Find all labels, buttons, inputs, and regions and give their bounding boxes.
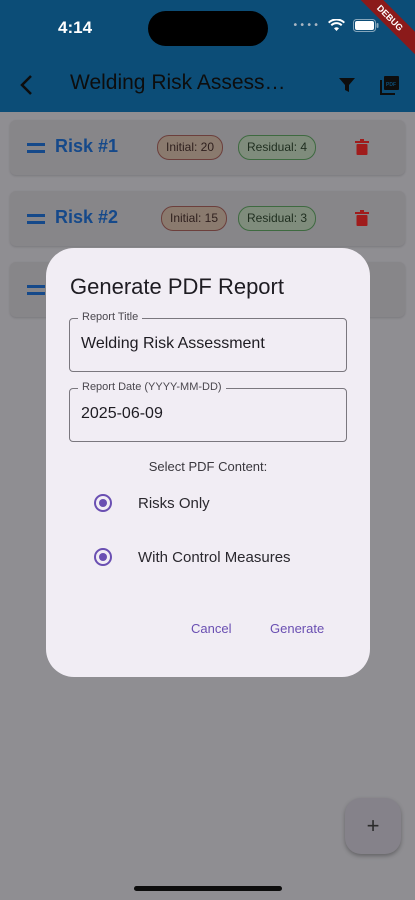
back-arrow-icon[interactable]	[18, 74, 38, 96]
report-title-label: Report Title	[78, 311, 143, 323]
option-risks-only-label: Risks Only	[138, 494, 210, 512]
filter-icon[interactable]	[338, 76, 356, 94]
cancel-button[interactable]: Cancel	[191, 621, 231, 636]
pdf-icon[interactable]: PDF	[380, 75, 400, 95]
drag-handle-icon[interactable]	[27, 214, 45, 224]
initial-score-badge: Initial: 15	[161, 206, 228, 231]
delete-icon[interactable]	[355, 139, 369, 155]
dialog-title: Generate PDF Report	[70, 274, 284, 299]
report-date-field[interactable]: Report Date (YYYY-MM-DD)	[69, 381, 347, 442]
report-date-label: Report Date (YYYY-MM-DD)	[78, 381, 226, 393]
home-indicator	[134, 886, 282, 891]
report-date-input[interactable]	[81, 405, 336, 423]
pdf-content-label: Select PDF Content:	[148, 459, 268, 474]
risk-title: Risk #2	[55, 207, 119, 227]
radio-with-controls[interactable]	[94, 548, 112, 566]
report-title-field[interactable]: Report Title	[69, 311, 347, 372]
risk-title: Risk #1	[55, 136, 119, 156]
option-risks-only[interactable]: Risks Only	[94, 491, 210, 515]
page-title: Welding Risk Assessment	[70, 71, 298, 94]
delete-icon[interactable]	[355, 210, 369, 226]
wifi-icon	[328, 19, 345, 31]
drag-handle-icon[interactable]	[27, 285, 45, 295]
risk-card[interactable]: Risk #1 Initial: 20 Residual: 4	[10, 120, 405, 175]
status-time: 4:14	[58, 18, 93, 37]
initial-score-badge: Initial: 20	[157, 135, 224, 160]
residual-score-badge: Residual: 3	[238, 206, 317, 231]
svg-text:PDF: PDF	[386, 82, 396, 88]
status-icons: ••••	[292, 19, 379, 32]
battery-icon	[353, 19, 379, 32]
report-title-input[interactable]	[81, 335, 336, 353]
generate-pdf-dialog: Generate PDF Report Report Title Report …	[46, 248, 370, 677]
option-with-controls[interactable]: With Control Measures	[94, 545, 291, 569]
residual-score-badge: Residual: 4	[238, 135, 317, 160]
dynamic-island	[148, 11, 268, 46]
risk-card[interactable]: Risk #2 Initial: 15 Residual: 3	[10, 191, 405, 246]
radio-risks-only[interactable]	[94, 494, 112, 512]
generate-button[interactable]: Generate	[270, 621, 324, 636]
signal-dots-icon: ••••	[292, 20, 320, 31]
drag-handle-icon[interactable]	[27, 143, 45, 153]
add-risk-button[interactable]: +	[345, 798, 401, 854]
option-with-controls-label: With Control Measures	[138, 548, 291, 566]
app-bar: 4:14 •••• DEBUG Welding Risk Assessment …	[0, 0, 415, 112]
